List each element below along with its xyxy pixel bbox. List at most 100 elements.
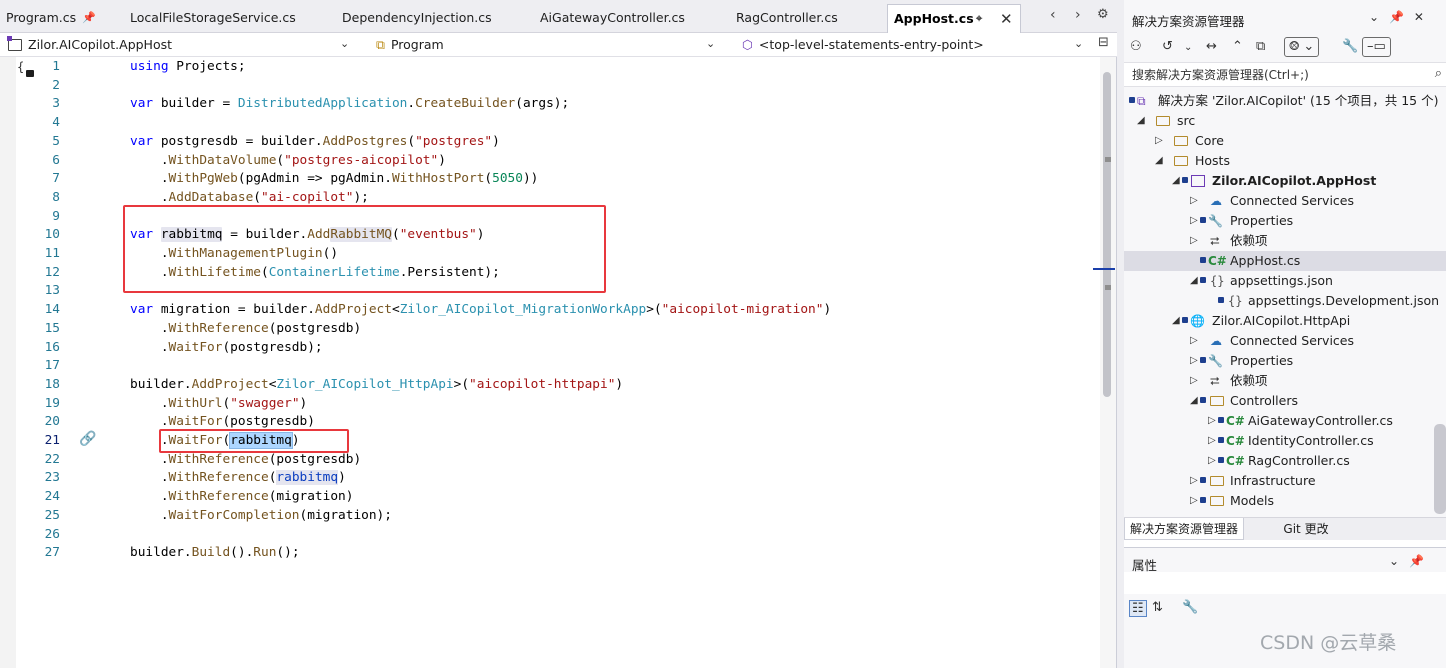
class-dropdown[interactable]: ⧉ Program ⌄ bbox=[376, 35, 721, 55]
collapse-arrow-icon[interactable]: ▷ bbox=[1190, 231, 1198, 251]
collapse-arrow-icon[interactable]: ▷ bbox=[1190, 471, 1198, 491]
tree-folder-controllers[interactable]: ◢ Controllers bbox=[1124, 391, 1446, 411]
panel-controls[interactable]: ⌄📌 bbox=[1389, 554, 1434, 568]
collapse-arrow-icon[interactable]: ▷ bbox=[1208, 411, 1216, 431]
collapse-arrow-icon[interactable]: ▷ bbox=[1190, 351, 1198, 371]
vertical-scrollbar[interactable] bbox=[1100, 57, 1116, 668]
splitter[interactable] bbox=[1117, 0, 1124, 668]
tab-ragcontroller-cs[interactable]: RagController.cs bbox=[730, 4, 870, 33]
tree-file-appsettings-json[interactable]: ◢ {} appsettings.json bbox=[1124, 271, 1446, 291]
code-text: .WithPgWeb(pgAdmin => pgAdmin.WithHostPo… bbox=[130, 171, 539, 187]
annotation-box-rabbitmq bbox=[123, 205, 606, 293]
tree-folder-core[interactable]: ▷ Core bbox=[1124, 131, 1446, 151]
line-number: 9 bbox=[52, 208, 60, 224]
tree-label: 依赖项 bbox=[1230, 373, 1268, 388]
collapse-arrow-icon[interactable]: ▷ bbox=[1208, 451, 1216, 471]
tree-folder-hosts[interactable]: ◢ Hosts bbox=[1124, 151, 1446, 171]
tree-project-httpapi[interactable]: ◢ 🌐 Zilor.AICopilot.HttpApi bbox=[1124, 311, 1446, 331]
chevron-down-icon[interactable]: ⌄ bbox=[1184, 42, 1192, 53]
collapse-arrow-icon[interactable]: ▷ bbox=[1190, 211, 1198, 231]
line-number: 23 bbox=[44, 470, 60, 486]
tab-label: DependencyInjection.cs bbox=[342, 10, 492, 25]
collapse-arrow-icon[interactable]: ▷ bbox=[1190, 371, 1198, 391]
tree-connected-services[interactable]: ▷ ☁ Connected Services bbox=[1124, 191, 1446, 211]
panel-controls[interactable]: ⌄📌✕ bbox=[1369, 10, 1434, 24]
scrollbar-thumb[interactable] bbox=[1103, 72, 1111, 397]
tab-dependencyinjection-cs[interactable]: DependencyInjection.cs bbox=[336, 4, 506, 33]
copy-icon[interactable]: ⧉ bbox=[1256, 39, 1265, 54]
code-text: builder.Build().Run(); bbox=[130, 545, 300, 561]
tree-properties[interactable]: ▷ 🔧 Properties bbox=[1124, 351, 1446, 371]
tree-file-appsettings-development-json[interactable]: {} appsettings.Development.json bbox=[1124, 291, 1446, 311]
tree-project-apphost[interactable]: ◢ Zilor.AICopilot.AppHost bbox=[1124, 171, 1446, 191]
tab-localfilestorageservice-cs[interactable]: LocalFileStorageService.cs bbox=[124, 4, 324, 33]
expand-arrow-icon[interactable]: ◢ bbox=[1137, 111, 1145, 131]
categorized-icon[interactable]: ☷ bbox=[1129, 600, 1147, 617]
code-area[interactable]: 1 using Projects; 2 3 var builder = Distri… bbox=[0, 57, 1098, 668]
link-icon[interactable]: 🔗 bbox=[79, 431, 96, 447]
tab-solution-explorer[interactable]: 解决方案资源管理器 bbox=[1124, 518, 1244, 540]
tree-file-apphost-cs[interactable]: C# AppHost.cs bbox=[1124, 251, 1446, 271]
pin-icon[interactable]: ⌖ bbox=[976, 5, 982, 33]
sync-icon[interactable]: ⚇ bbox=[1130, 39, 1142, 54]
tree-label: appsettings.Development.json bbox=[1248, 293, 1440, 308]
tab-program-cs[interactable]: Program.cs 📌 bbox=[0, 4, 118, 33]
properties-object-selector[interactable] bbox=[1124, 572, 1446, 594]
close-icon[interactable]: ✕ bbox=[1000, 5, 1013, 33]
expand-arrow-icon[interactable]: ◢ bbox=[1190, 391, 1198, 411]
tree-solution[interactable]: ⧉ 解决方案 'Zilor.AICopilot' (15 个项目，共 15 个) bbox=[1124, 91, 1446, 111]
project-dropdown[interactable]: Zilor.AICopilot.AppHost ⌄ bbox=[7, 35, 358, 55]
code-editor[interactable]: Program.cs 📌 LocalFileStorageService.cs … bbox=[0, 0, 1117, 668]
code-text: builder.AddProject<Zilor_AICopilot_HttpA… bbox=[130, 376, 624, 392]
caret-position-marker bbox=[1093, 268, 1115, 270]
history-icon[interactable]: ↺ bbox=[1162, 39, 1173, 54]
wrench-icon[interactable]: 🔧 bbox=[1182, 600, 1198, 615]
expand-arrow-icon[interactable]: ◢ bbox=[1155, 151, 1163, 171]
tree-folder-models[interactable]: ▷ Models bbox=[1124, 491, 1446, 511]
tree-connected-services[interactable]: ▷ ☁ Connected Services bbox=[1124, 331, 1446, 351]
tree-dependencies[interactable]: ▷ ⮂ 依赖项 bbox=[1124, 371, 1446, 391]
collapse-arrow-icon[interactable]: ▷ bbox=[1190, 491, 1198, 511]
preview-button[interactable]: –▭ bbox=[1362, 37, 1391, 57]
tree-folder-infrastructure[interactable]: ▷ Infrastructure bbox=[1124, 471, 1446, 491]
tree-file-identitycontroller-cs[interactable]: ▷ C# IdentityController.cs bbox=[1124, 431, 1446, 451]
collapse-arrow-icon[interactable]: ▷ bbox=[1190, 191, 1198, 211]
gear-icon[interactable]: ⚙ bbox=[1097, 7, 1109, 22]
back-forward-icon[interactable]: ↔ bbox=[1206, 39, 1217, 54]
code-line: 5 var postgresdb = builder.AddPostgres("p… bbox=[0, 132, 1098, 151]
tree-dependencies[interactable]: ▷ ⮂ 依赖项 bbox=[1124, 231, 1446, 251]
tab-aigatewaycontroller-cs[interactable]: AiGatewayController.cs bbox=[534, 4, 704, 33]
line-number: 21 bbox=[44, 433, 60, 448]
tab-apphost-cs[interactable]: AppHost.cs ⌖ ✕ bbox=[887, 4, 1021, 33]
expand-arrow-icon[interactable]: ◢ bbox=[1172, 171, 1180, 191]
collapse-icon[interactable]: ⌃ bbox=[1232, 39, 1243, 54]
code-text: var builder = DistributedApplication.Cre… bbox=[130, 96, 570, 112]
alphabetical-icon[interactable]: ⇅ bbox=[1152, 600, 1163, 615]
tree-file-aigatewaycontroller-cs[interactable]: ▷ C# AiGatewayController.cs bbox=[1124, 411, 1446, 431]
chevron-right-icon[interactable]: › bbox=[1075, 7, 1081, 23]
member-dropdown[interactable]: ⬡ <top-level-statements-entry-point> ⌄ bbox=[742, 35, 1087, 55]
chevron-left-icon[interactable]: ‹ bbox=[1050, 7, 1056, 23]
collapse-arrow-icon[interactable]: ▷ bbox=[1190, 331, 1198, 351]
folder-icon bbox=[1210, 471, 1224, 492]
expand-arrow-icon[interactable]: ◢ bbox=[1172, 311, 1180, 331]
pin-icon[interactable]: 📌 bbox=[82, 4, 96, 32]
solution-search-box[interactable]: ⌕ bbox=[1124, 62, 1446, 87]
solution-explorer-scrollbar[interactable] bbox=[1434, 424, 1446, 514]
tree-label: 解决方案 'Zilor.AICopilot' (15 个项目，共 15 个) bbox=[1158, 93, 1439, 108]
code-line: 16 .WaitFor(postgresdb); bbox=[0, 338, 1098, 357]
line-number: 1 bbox=[52, 59, 60, 74]
expand-arrow-icon[interactable]: ◢ bbox=[1190, 271, 1198, 291]
collapse-arrow-icon[interactable]: ▷ bbox=[1208, 431, 1216, 451]
filter-toggle-button[interactable]: ⨷ ⌄ bbox=[1284, 37, 1320, 57]
solution-search-input[interactable] bbox=[1132, 66, 1422, 84]
search-icon[interactable]: ⌕ bbox=[1435, 66, 1442, 81]
tree-properties[interactable]: ▷ 🔧 Properties bbox=[1124, 211, 1446, 231]
collapse-arrow-icon[interactable]: ▷ bbox=[1155, 131, 1163, 151]
tab-git-changes[interactable]: Git 更改 bbox=[1246, 518, 1366, 540]
tree-file-ragcontroller-cs[interactable]: ▷ C# RagController.cs bbox=[1124, 451, 1446, 471]
chevron-down-icon: ⌄ bbox=[706, 37, 716, 50]
split-icon[interactable]: ⊟ bbox=[1098, 35, 1109, 50]
wrench-icon[interactable]: 🔧 bbox=[1342, 39, 1358, 54]
tree-folder-src[interactable]: ◢ src bbox=[1124, 111, 1446, 131]
